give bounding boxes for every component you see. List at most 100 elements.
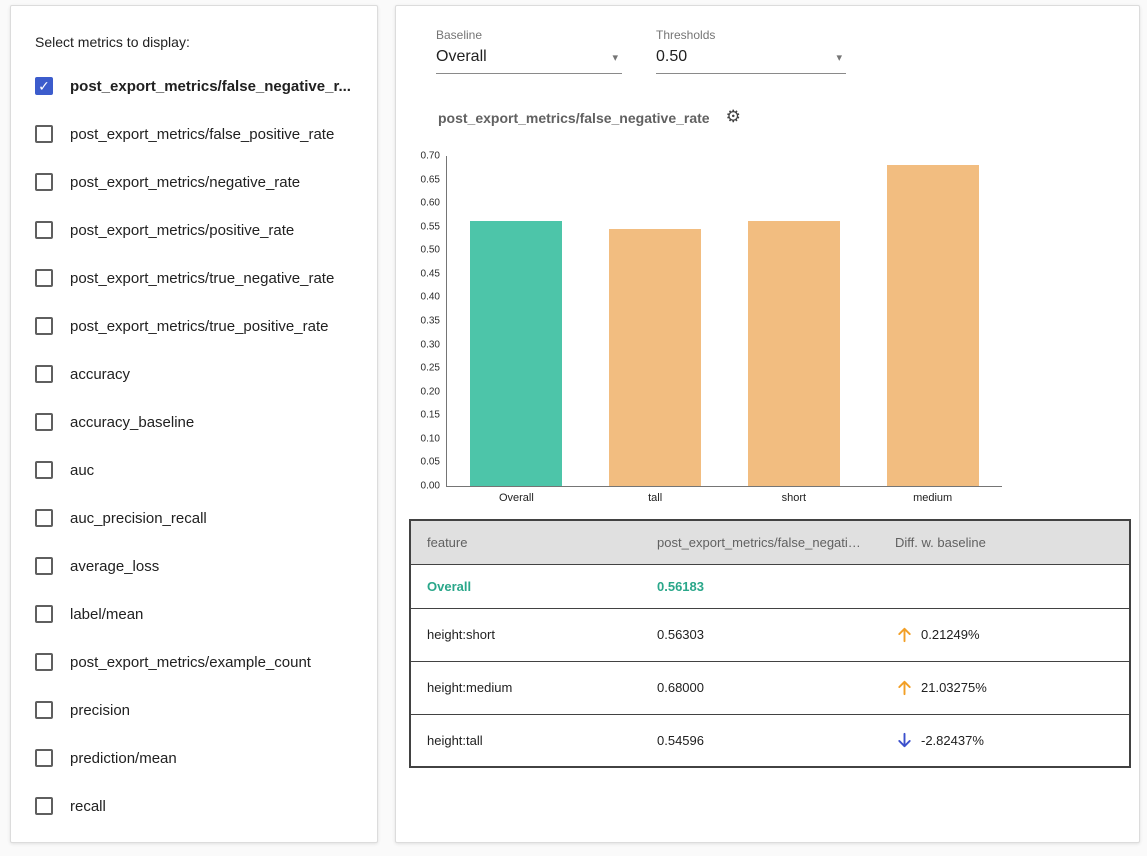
metric-label: post_export_metrics/true_negative_rate <box>70 270 334 287</box>
metric-checkbox-item[interactable]: auc <box>11 446 377 494</box>
metric-label: post_export_metrics/positive_rate <box>70 222 294 239</box>
bar-short[interactable] <box>748 221 840 486</box>
table-header-cell: post_export_metrics/false_negative_rat..… <box>641 520 879 564</box>
metric-label: post_export_metrics/negative_rate <box>70 174 300 191</box>
y-axis-tick-label: 0.10 <box>421 433 440 444</box>
checkbox-unchecked-icon[interactable] <box>35 221 53 239</box>
checkbox-unchecked-icon[interactable] <box>35 653 53 671</box>
metric-label: recall <box>70 798 106 815</box>
table-header-cell: feature <box>410 520 641 564</box>
metric-label: precision <box>70 702 130 719</box>
metric-checkbox-item[interactable]: precision <box>11 686 377 734</box>
down-arrow-icon <box>895 731 914 750</box>
metric-checkbox-item[interactable]: post_export_metrics/negative_rate <box>11 158 377 206</box>
checkbox-unchecked-icon[interactable] <box>35 173 53 191</box>
table-header-row: featurepost_export_metrics/false_negativ… <box>410 520 1130 564</box>
y-axis-tick-label: 0.15 <box>421 410 440 421</box>
checkbox-unchecked-icon[interactable] <box>35 461 53 479</box>
table-row[interactable]: height:tall0.54596-2.82437% <box>410 714 1130 767</box>
checkbox-unchecked-icon[interactable] <box>35 557 53 575</box>
metric-checkbox-item[interactable]: ✓ post_export_metrics/false_negative_r... <box>11 62 377 110</box>
metric-checkbox-item[interactable]: post_export_metrics/false_positive_rate <box>11 110 377 158</box>
diff-value: 0.21249% <box>921 627 980 642</box>
bar-tall[interactable] <box>609 229 701 486</box>
checkbox-unchecked-icon[interactable] <box>35 269 53 287</box>
table-row[interactable]: height:short0.563030.21249% <box>410 608 1130 661</box>
y-axis-tick-label: 0.25 <box>421 363 440 374</box>
metric-checkbox-item[interactable]: post_export_metrics/true_negative_rate <box>11 254 377 302</box>
y-axis-tick-label: 0.60 <box>421 198 440 209</box>
metric-label: post_export_metrics/true_positive_rate <box>70 318 328 335</box>
metrics-table: featurepost_export_metrics/false_negativ… <box>409 519 1131 768</box>
feature-cell: height:medium <box>410 661 641 714</box>
metric-checkbox-item[interactable]: post_export_metrics/example_count <box>11 638 377 686</box>
chevron-down-icon: ▾ <box>612 51 618 64</box>
metric-panel-title: Select metrics to display: <box>35 34 353 50</box>
chart-header: post_export_metrics/false_negative_rate … <box>438 109 741 126</box>
x-axis-category-label: tall <box>586 492 725 504</box>
diff-cell <box>879 564 1130 608</box>
checkbox-unchecked-icon[interactable] <box>35 317 53 335</box>
metric-checkbox-item[interactable]: auc_precision_recall <box>11 494 377 542</box>
y-axis-tick-label: 0.35 <box>421 316 440 327</box>
metric-label: auc <box>70 462 94 479</box>
table-row[interactable]: Overall0.56183 <box>410 564 1130 608</box>
x-axis-category-label: medium <box>863 492 1002 504</box>
diff-cell: -2.82437% <box>879 714 1130 767</box>
chevron-down-icon: ▾ <box>836 51 842 64</box>
bar-medium[interactable] <box>887 165 979 486</box>
metric-checkbox-item[interactable]: post_export_metrics/positive_rate <box>11 206 377 254</box>
y-axis-tick-label: 0.45 <box>421 268 440 279</box>
metric-checkbox-item[interactable]: prediction/mean <box>11 734 377 782</box>
checkbox-unchecked-icon[interactable] <box>35 701 53 719</box>
baseline-selected-value: Overall <box>436 48 487 66</box>
metric-checkbox-item[interactable]: accuracy_baseline <box>11 398 377 446</box>
metric-checkbox-item[interactable]: accuracy <box>11 350 377 398</box>
metric-value-cell: 0.68000 <box>641 661 879 714</box>
checkbox-unchecked-icon[interactable] <box>35 509 53 527</box>
y-axis-tick-label: 0.40 <box>421 292 440 303</box>
thresholds-selected-value: 0.50 <box>656 48 687 66</box>
table-header-cell: Diff. w. baseline <box>879 520 1130 564</box>
baseline-select[interactable]: Overall ▾ <box>436 45 622 74</box>
metric-label: auc_precision_recall <box>70 510 207 527</box>
metric-checkbox-item[interactable]: post_export_metrics/true_positive_rate <box>11 302 377 350</box>
y-axis-tick-label: 0.50 <box>421 245 440 256</box>
gear-icon[interactable]: ⚙ <box>726 109 741 126</box>
table-row[interactable]: height:medium0.68000 21.03275% <box>410 661 1130 714</box>
metric-checkbox-item[interactable]: recall <box>11 782 377 830</box>
diff-value: 21.03275% <box>921 680 987 695</box>
metric-label: post_export_metrics/example_count <box>70 654 311 671</box>
metric-label: prediction/mean <box>70 750 177 767</box>
y-axis-tick-label: 0.30 <box>421 339 440 350</box>
x-axis-category-label: short <box>725 492 864 504</box>
thresholds-select[interactable]: 0.50 ▾ <box>656 45 846 74</box>
metric-value-cell: 0.54596 <box>641 714 879 767</box>
checkbox-unchecked-icon[interactable] <box>35 797 53 815</box>
metric-select-panel: Select metrics to display: ✓ post_export_… <box>10 5 378 843</box>
metric-value-cell: 0.56303 <box>641 608 879 661</box>
metric-label: post_export_metrics/false_negative_r... <box>70 78 351 95</box>
checkbox-unchecked-icon[interactable] <box>35 413 53 431</box>
checkbox-unchecked-icon[interactable] <box>35 749 53 767</box>
bar-slot: medium <box>863 156 1002 486</box>
baseline-dropdown: Baseline Overall ▾ <box>436 28 622 74</box>
up-arrow-icon <box>895 678 914 697</box>
checkbox-unchecked-icon[interactable] <box>35 365 53 383</box>
y-axis-tick-label: 0.20 <box>421 386 440 397</box>
diff-cell: 21.03275% <box>879 661 1130 714</box>
y-axis-tick-label: 0.00 <box>421 481 440 492</box>
chart-title: post_export_metrics/false_negative_rate <box>438 110 710 126</box>
feature-cell: height:tall <box>410 714 641 767</box>
checkbox-unchecked-icon[interactable] <box>35 605 53 623</box>
checkbox-checked-icon[interactable]: ✓ <box>35 77 53 95</box>
bar-Overall[interactable] <box>470 221 562 486</box>
up-arrow-icon <box>895 625 914 644</box>
metric-checkbox-item[interactable]: label/mean <box>11 590 377 638</box>
checkbox-unchecked-icon[interactable] <box>35 125 53 143</box>
metrics-main-panel: Baseline Overall ▾ Thresholds 0.50 ▾ pos… <box>395 5 1140 843</box>
metric-label: accuracy <box>70 366 130 383</box>
thresholds-dropdown: Thresholds 0.50 ▾ <box>656 28 846 74</box>
metric-checkbox-item[interactable]: average_loss <box>11 542 377 590</box>
metric-label: label/mean <box>70 606 143 623</box>
